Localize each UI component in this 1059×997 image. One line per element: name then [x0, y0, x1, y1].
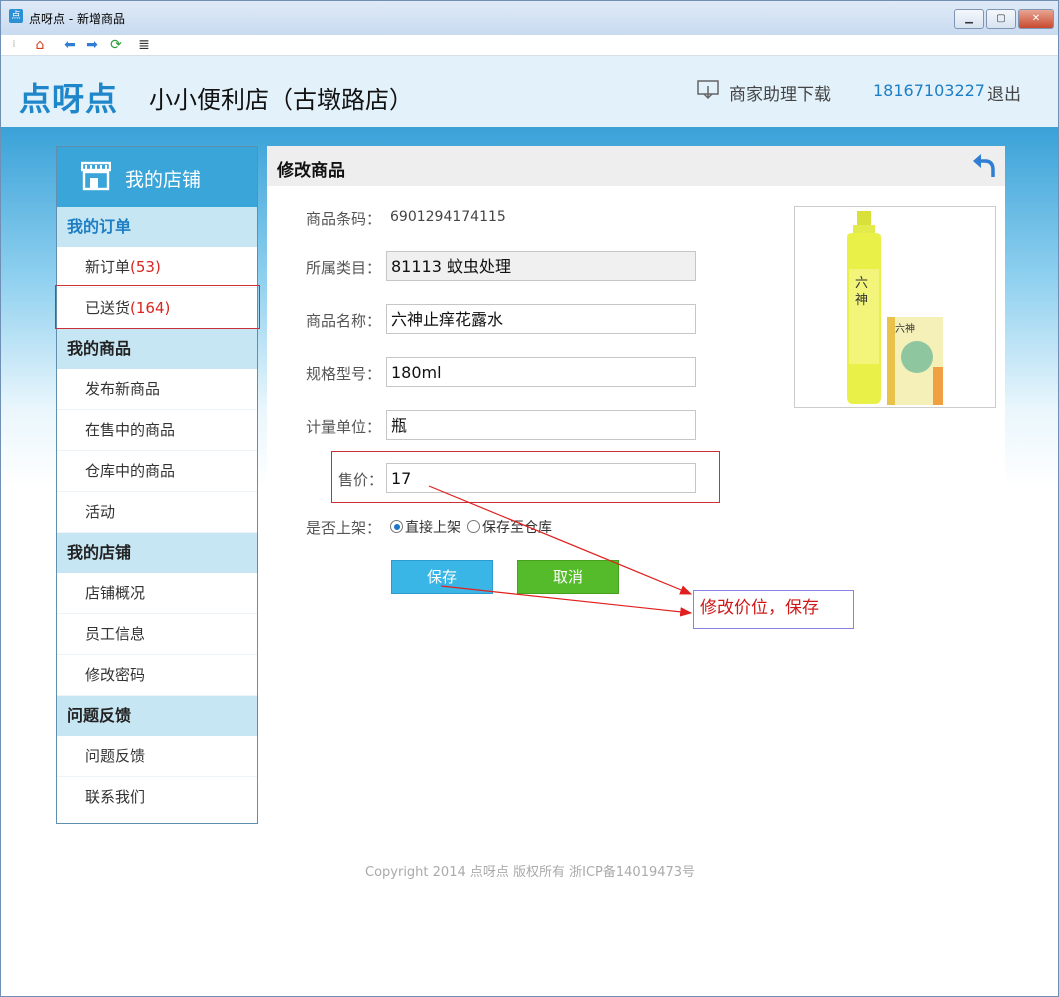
- sidebar-item-new-orders[interactable]: 新订单(53): [57, 247, 257, 288]
- sidebar-item-contact-us[interactable]: 联系我们: [57, 777, 257, 817]
- minimize-button[interactable]: ▁: [954, 9, 984, 29]
- sidebar-section-orders: 我的订单: [57, 207, 257, 247]
- site-header: 点呀点 小小便利店（古墩路店） 商家助理下载 18167103227 退出: [1, 56, 1058, 129]
- site-logo[interactable]: 点呀点: [19, 74, 118, 120]
- shelf-label: 是否上架：: [306, 519, 382, 537]
- radio-label: 保存至仓库: [482, 520, 552, 536]
- sidebar-header: 我的店铺: [57, 147, 257, 207]
- home-icon[interactable]: ⌂: [31, 36, 49, 54]
- svg-text:六神: 六神: [895, 322, 915, 335]
- product-name-label: 商品名称：: [306, 312, 382, 330]
- radio-unselected-icon[interactable]: [467, 520, 480, 533]
- product-name-input[interactable]: 六神止痒花露水: [386, 304, 696, 334]
- spec-label: 规格型号：: [306, 365, 382, 383]
- return-icon[interactable]: [971, 150, 997, 178]
- close-button[interactable]: ✕: [1018, 9, 1054, 29]
- title-bar: 点 点呀点 - 新增商品 ▁ ▢ ✕: [1, 1, 1058, 35]
- user-phone: 18167103227: [873, 81, 985, 100]
- sidebar-item-activities[interactable]: 活动: [57, 492, 257, 533]
- unit-label: 计量单位：: [306, 418, 382, 436]
- sidebar-item-products-on-sale[interactable]: 在售中的商品: [57, 410, 257, 451]
- product-bottle-image: 六 神 六神: [847, 211, 943, 405]
- maximize-button[interactable]: ▢: [986, 9, 1016, 29]
- save-button[interactable]: 保存: [391, 560, 493, 594]
- sidebar-item-store-overview[interactable]: 店铺概况: [57, 573, 257, 614]
- toolbar-grip: ⁞: [12, 39, 16, 50]
- category-field: 81113 蚊虫处理: [386, 251, 696, 281]
- page-body: 我的店铺 我的订单 新订单(53) 已送货(164) 我的商品 发布新商品 在售…: [1, 128, 1058, 996]
- sidebar-item-publish-product[interactable]: 发布新商品: [57, 369, 257, 410]
- highlight-box-sidebar: [55, 285, 260, 329]
- browser-toolbar: ⁞ ⌂ ⬅ ➡ ⟳ ≣: [1, 35, 1058, 56]
- new-orders-count: (53): [130, 258, 161, 276]
- browser-window: 点 点呀点 - 新增商品 ▁ ▢ ✕ ⁞ ⌂ ⬅ ➡ ⟳ ≣ 点呀点 小小便利店…: [0, 0, 1059, 997]
- sidebar: 我的店铺 我的订单 新订单(53) 已送货(164) 我的商品 发布新商品 在售…: [56, 146, 258, 824]
- sidebar-title: 我的店铺: [125, 169, 202, 191]
- category-label: 所属类目：: [306, 259, 382, 277]
- svg-text:神: 神: [855, 293, 868, 308]
- highlight-box-price: [331, 451, 720, 503]
- sidebar-section-feedback: 问题反馈: [57, 696, 257, 736]
- download-icon[interactable]: [697, 80, 719, 100]
- menu-icon[interactable]: ≣: [135, 36, 153, 54]
- radio-label: 直接上架: [405, 520, 461, 536]
- spec-input[interactable]: 180ml: [386, 357, 696, 387]
- annotation-note: 修改价位，保存: [693, 590, 854, 629]
- cancel-button[interactable]: 取消: [517, 560, 619, 594]
- sidebar-item-feedback[interactable]: 问题反馈: [57, 736, 257, 777]
- sidebar-item-change-password[interactable]: 修改密码: [57, 655, 257, 696]
- sidebar-item-products-in-warehouse[interactable]: 仓库中的商品: [57, 451, 257, 492]
- sidebar-section-store: 我的店铺: [57, 533, 257, 573]
- sidebar-item-label: 新订单: [85, 258, 131, 276]
- store-icon: [81, 161, 111, 191]
- radio-list-directly[interactable]: 直接上架: [390, 517, 461, 537]
- forward-arrow-icon[interactable]: ➡: [83, 36, 101, 54]
- window-title: 点呀点 - 新增商品: [29, 12, 125, 26]
- barcode-label: 商品条码：: [306, 210, 382, 228]
- sidebar-item-staff-info[interactable]: 员工信息: [57, 614, 257, 655]
- merchant-assistant-download-link[interactable]: 商家助理下载: [729, 80, 831, 105]
- page-title: 修改商品: [277, 161, 345, 181]
- footer-copyright: Copyright 2014 点呀点 版权所有 浙ICP备14019473号: [365, 865, 696, 880]
- radio-save-to-warehouse[interactable]: 保存至仓库: [467, 517, 552, 537]
- panel-header: 修改商品: [267, 146, 1005, 186]
- radio-selected-icon[interactable]: [390, 520, 403, 533]
- unit-input[interactable]: 瓶: [386, 410, 696, 440]
- app-icon: 点: [9, 9, 23, 23]
- sidebar-section-products: 我的商品: [57, 329, 257, 369]
- barcode-value: 6901294174115: [390, 209, 506, 225]
- product-image: 六 神 六神: [794, 206, 996, 408]
- shop-name: 小小便利店（古墩路店）: [149, 86, 413, 114]
- svg-text:六: 六: [855, 276, 868, 291]
- refresh-icon[interactable]: ⟳: [107, 36, 125, 54]
- back-arrow-icon[interactable]: ⬅: [61, 36, 79, 54]
- logout-link[interactable]: 退出: [987, 80, 1021, 105]
